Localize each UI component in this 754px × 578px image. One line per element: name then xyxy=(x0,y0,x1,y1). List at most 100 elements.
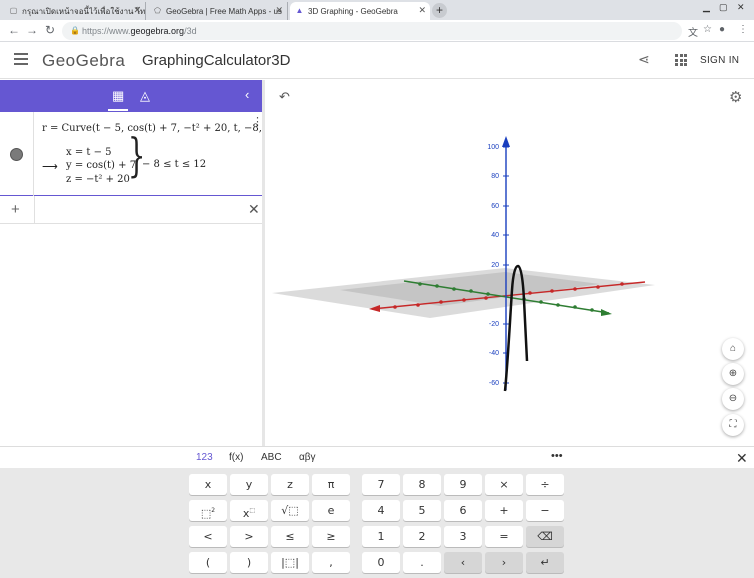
z-tick-label: 60 xyxy=(491,203,499,210)
key-sqrt[interactable]: √⬚ xyxy=(271,500,309,521)
gear-icon[interactable]: ⚙ xyxy=(729,88,742,106)
active-tab-indicator xyxy=(108,109,128,111)
star-icon[interactable]: ☆ xyxy=(703,24,712,35)
algebra-row-curve[interactable]: ⋮ r = Curve(t − 5, cos(t) + 7, −t² + 20,… xyxy=(0,112,282,196)
key-pi[interactable]: π xyxy=(312,474,350,495)
clear-input-icon[interactable]: ✕ xyxy=(248,201,260,218)
key-0[interactable]: 0 xyxy=(362,552,400,573)
key-greater-than[interactable]: > xyxy=(230,526,268,547)
undo-icon[interactable]: ↶ xyxy=(279,89,290,105)
app-header: GeoGebra GraphingCalculator3D ⋖ SIGN IN xyxy=(0,43,754,79)
key-abs[interactable]: |⬚| xyxy=(271,552,309,573)
3d-canvas[interactable]: 100 80 60 40 20 -20 -40 -60 xyxy=(265,80,754,446)
browser-tab-3[interactable]: ▲ 3D Graphing - GeoGebra ✕ xyxy=(290,2,430,20)
collapse-chevron-icon[interactable]: ‹ xyxy=(245,87,249,102)
key-e[interactable]: e xyxy=(312,500,350,521)
zoom-out-icon[interactable]: ⊖ xyxy=(722,388,744,410)
zoom-in-icon[interactable]: ⊕ xyxy=(722,363,744,385)
account-icon[interactable]: ● xyxy=(719,24,725,35)
triangle-icon: ▲ xyxy=(295,6,304,15)
add-icon[interactable]: + xyxy=(11,201,20,218)
kb-tab-greek[interactable]: αβγ xyxy=(299,452,316,463)
algebra-panel: ▦ ◬ ‹ ⋮ r = Curve(t − 5, cos(t) + 7, −t²… xyxy=(0,80,282,446)
kb-tab-functions[interactable]: f(x) xyxy=(229,452,243,463)
key-divide[interactable]: ÷ xyxy=(526,474,564,495)
right-arrow-icon[interactable]: › xyxy=(485,552,523,573)
key-x[interactable]: x xyxy=(189,474,227,495)
key-multiply[interactable]: × xyxy=(485,474,523,495)
z-tick-label: 80 xyxy=(491,173,499,180)
lock-icon: 🔒 xyxy=(70,26,80,35)
parameter-domain: − 8 ≤ t ≤ 12 xyxy=(142,159,207,170)
url-domain: geogebra.org xyxy=(130,26,185,36)
sign-in-button[interactable]: SIGN IN xyxy=(700,55,739,66)
output-arrow-icon: ⟶ xyxy=(42,161,58,173)
menu-dots-icon[interactable]: ⋮ xyxy=(738,24,748,35)
key-9[interactable]: 9 xyxy=(444,474,482,495)
tab-label: กรุณาเปิดเหน้าจอนี้ไว้เพื่อใช้งาน โทร xyxy=(22,6,146,16)
app-title: GraphingCalculator3D xyxy=(142,52,291,69)
row-gutter xyxy=(34,196,35,224)
key-close-paren[interactable]: ) xyxy=(230,552,268,573)
back-icon[interactable]: ← xyxy=(8,23,20,37)
visibility-toggle[interactable] xyxy=(10,148,23,161)
key-z[interactable]: z xyxy=(271,474,309,495)
brace-glyph: } xyxy=(127,128,146,182)
new-tab-button[interactable]: + xyxy=(432,3,447,18)
browser-tab-1[interactable]: ▢ กรุณาเปิดเหน้าจอนี้ไว้เพื่อใช้งาน โทร … xyxy=(4,2,146,20)
close-keyboard-icon[interactable]: ✕ xyxy=(736,450,748,467)
home-view-icon[interactable]: ⌂ xyxy=(722,338,744,360)
key-2[interactable]: 2 xyxy=(403,526,441,547)
key-power[interactable]: x⬚ xyxy=(230,500,268,521)
url-prefix: https://www. xyxy=(82,26,131,36)
key-y[interactable]: y xyxy=(230,474,268,495)
key-minus[interactable]: − xyxy=(526,500,564,521)
url-field[interactable]: 🔒 https://www.geogebra.org/3d xyxy=(62,22,682,40)
key-7[interactable]: 7 xyxy=(362,474,400,495)
minimize-icon[interactable]: ▁ xyxy=(703,2,710,13)
apps-grid-icon[interactable] xyxy=(675,54,687,66)
window-close-icon[interactable]: ✕ xyxy=(737,2,745,13)
calculator-icon[interactable]: ▦ xyxy=(112,88,124,104)
backspace-icon[interactable]: ⌫ xyxy=(526,526,564,547)
key-5[interactable]: 5 xyxy=(403,500,441,521)
key-square[interactable]: ⬚2 xyxy=(189,500,227,521)
kb-tab-123[interactable]: 123 xyxy=(196,452,213,463)
key-greater-equal[interactable]: ≥ xyxy=(312,526,350,547)
reload-icon[interactable]: ↻ xyxy=(45,23,55,37)
key-less-than[interactable]: < xyxy=(189,526,227,547)
y-axis-arrow xyxy=(601,309,612,316)
left-arrow-icon[interactable]: ‹ xyxy=(444,552,482,573)
key-open-paren[interactable]: ( xyxy=(189,552,227,573)
share-icon[interactable]: ⋖ xyxy=(638,51,650,68)
more-keys-icon[interactable]: ••• xyxy=(551,450,563,462)
forward-icon[interactable]: → xyxy=(26,23,38,37)
algebra-toolbar: ▦ ◬ ‹ xyxy=(0,80,262,112)
key-equals[interactable]: = xyxy=(485,526,523,547)
tools-icon[interactable]: ◬ xyxy=(140,88,150,104)
key-decimal[interactable]: . xyxy=(403,552,441,573)
graphics-3d-view[interactable]: 100 80 60 40 20 -20 -40 -60 ↶ ⚙ ⌂ ⊕ ⊖ ⛶ xyxy=(265,80,754,446)
browser-tab-2[interactable]: ⬠ GeoGebra | Free Math Apps - us ✕ xyxy=(148,2,288,20)
geogebra-logo[interactable]: GeoGebra xyxy=(42,51,125,71)
virtual-keyboard: x y z π 7 8 9 × ÷ ⬚2 x⬚ √⬚ e 4 5 6 + − <… xyxy=(0,468,754,578)
z-tick-label: 40 xyxy=(491,232,499,239)
key-less-equal[interactable]: ≤ xyxy=(271,526,309,547)
algebra-input-row[interactable]: + ✕ xyxy=(0,196,262,224)
key-plus[interactable]: + xyxy=(485,500,523,521)
close-icon[interactable]: ✕ xyxy=(275,5,283,16)
key-3[interactable]: 3 xyxy=(444,526,482,547)
maximize-icon[interactable]: ▢ xyxy=(719,2,728,13)
hamburger-menu-icon[interactable] xyxy=(14,53,28,65)
key-8[interactable]: 8 xyxy=(403,474,441,495)
fullscreen-icon[interactable]: ⛶ xyxy=(722,414,744,436)
enter-icon[interactable]: ↵ xyxy=(526,552,564,573)
key-4[interactable]: 4 xyxy=(362,500,400,521)
kb-tab-abc[interactable]: ABC xyxy=(261,452,282,463)
close-icon[interactable]: ✕ xyxy=(418,5,426,16)
translate-icon[interactable]: 文 xyxy=(688,24,698,39)
key-comma[interactable]: , xyxy=(312,552,350,573)
key-6[interactable]: 6 xyxy=(444,500,482,521)
close-icon[interactable]: ✕ xyxy=(133,5,141,16)
key-1[interactable]: 1 xyxy=(362,526,400,547)
